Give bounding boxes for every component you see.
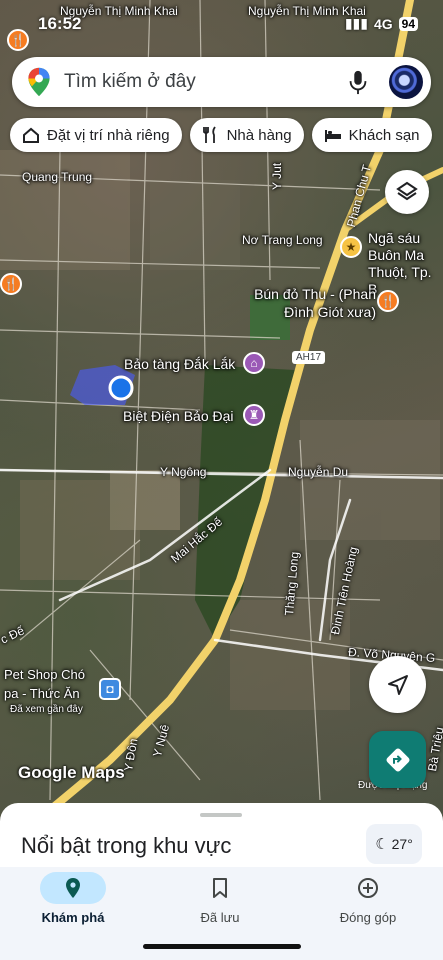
status-time: 16:52 (38, 14, 82, 33)
poi-sublabel: Đã xem gần đây (10, 704, 83, 715)
maps-pin-logo-icon (28, 67, 50, 97)
current-location-dot (108, 375, 134, 401)
landmark-star-icon[interactable]: ★ (340, 236, 362, 258)
poi-label[interactable]: Bảo tàng Đắk Lắk (124, 356, 235, 372)
poi-label[interactable]: Ngã sáu Buôn Ma Thuột, Tp. B (368, 230, 443, 298)
chip-set-home[interactable]: Đặt vị trí nhà riêng (10, 118, 182, 152)
network-type: 4G (373, 15, 393, 32)
poi-label[interactable]: Bún đỏ Thu - (Phan Đình Giót xưa) (246, 285, 376, 321)
monument-icon[interactable]: ♜ (243, 404, 265, 426)
mic-icon[interactable] (347, 69, 369, 95)
avatar[interactable] (389, 65, 423, 99)
chip-label: Nhà hàng (226, 126, 292, 144)
highway-shield: AH17 (292, 351, 326, 364)
chip-hotels[interactable]: Khách sạn (311, 118, 432, 152)
search-bar[interactable]: Tìm kiếm ở đây (12, 57, 431, 107)
nav-label: Đã lưu (200, 910, 240, 925)
chip-restaurants[interactable]: Nhà hàng (189, 118, 304, 152)
battery-icon: 94 (398, 16, 418, 31)
bookmark-icon (213, 878, 227, 898)
street-label: Quang Trung (22, 170, 93, 184)
google-maps-logo: Google Maps (18, 763, 125, 782)
home-icon (23, 127, 39, 143)
chip-label: Khách sạn (348, 126, 420, 144)
layers-icon (396, 181, 418, 201)
layers-button[interactable] (385, 170, 429, 214)
poi-label[interactable]: Biệt Điện Bảo Đại (123, 408, 234, 424)
fork-knife-icon (202, 126, 216, 143)
bed-icon (324, 130, 341, 142)
sheet-title: Nổi bật trong khu vực (21, 833, 232, 858)
poi-label[interactable]: pa - Thức Ăn (4, 686, 80, 701)
my-location-button[interactable] (369, 656, 426, 713)
nav-contribute[interactable]: Đóng góp (313, 872, 423, 932)
home-indicator[interactable] (143, 944, 301, 949)
street-label: Y Ngông (160, 465, 207, 479)
nav-label: Khám phá (41, 910, 105, 925)
restaurant-icon[interactable]: 🍴 (377, 290, 399, 312)
nav-label: Đóng góp (339, 910, 397, 925)
street-label: Nguyễn Du (288, 465, 349, 479)
directions-button[interactable] (369, 731, 426, 788)
sheet-drag-handle[interactable] (200, 813, 242, 817)
shopping-bag-icon[interactable]: ◘ (99, 678, 121, 700)
nav-explore[interactable]: Khám phá (18, 872, 128, 932)
temperature: 27° (391, 836, 413, 852)
moon-cloud-icon: ☾ (375, 836, 389, 853)
chip-label: Đặt vị trí nhà riêng (47, 126, 170, 144)
street-label: Y Jut (270, 162, 284, 190)
add-circle-icon (358, 878, 378, 898)
restaurant-icon[interactable]: 🍴 (7, 29, 29, 51)
search-input[interactable]: Tìm kiếm ở đây (64, 71, 347, 93)
status-bar: 16:52 ▮▮▮ 4G 94 (38, 12, 418, 36)
museum-icon[interactable]: ⌂ (243, 352, 265, 374)
category-chips: Đặt vị trí nhà riêng Nhà hàng Khách sạn (10, 118, 432, 152)
navigation-arrow-icon (387, 674, 408, 695)
weather-badge[interactable]: ☾ 27° (366, 824, 422, 864)
street-label: Nơ Trang Long (242, 233, 323, 247)
poi-label[interactable]: Pet Shop Chó (4, 667, 85, 682)
directions-icon (386, 748, 409, 771)
nav-saved[interactable]: Đã lưu (165, 872, 275, 932)
signal-icon: ▮▮▮ (344, 15, 368, 31)
explore-pin-icon (66, 878, 80, 898)
restaurant-icon[interactable]: 🍴 (0, 273, 22, 295)
